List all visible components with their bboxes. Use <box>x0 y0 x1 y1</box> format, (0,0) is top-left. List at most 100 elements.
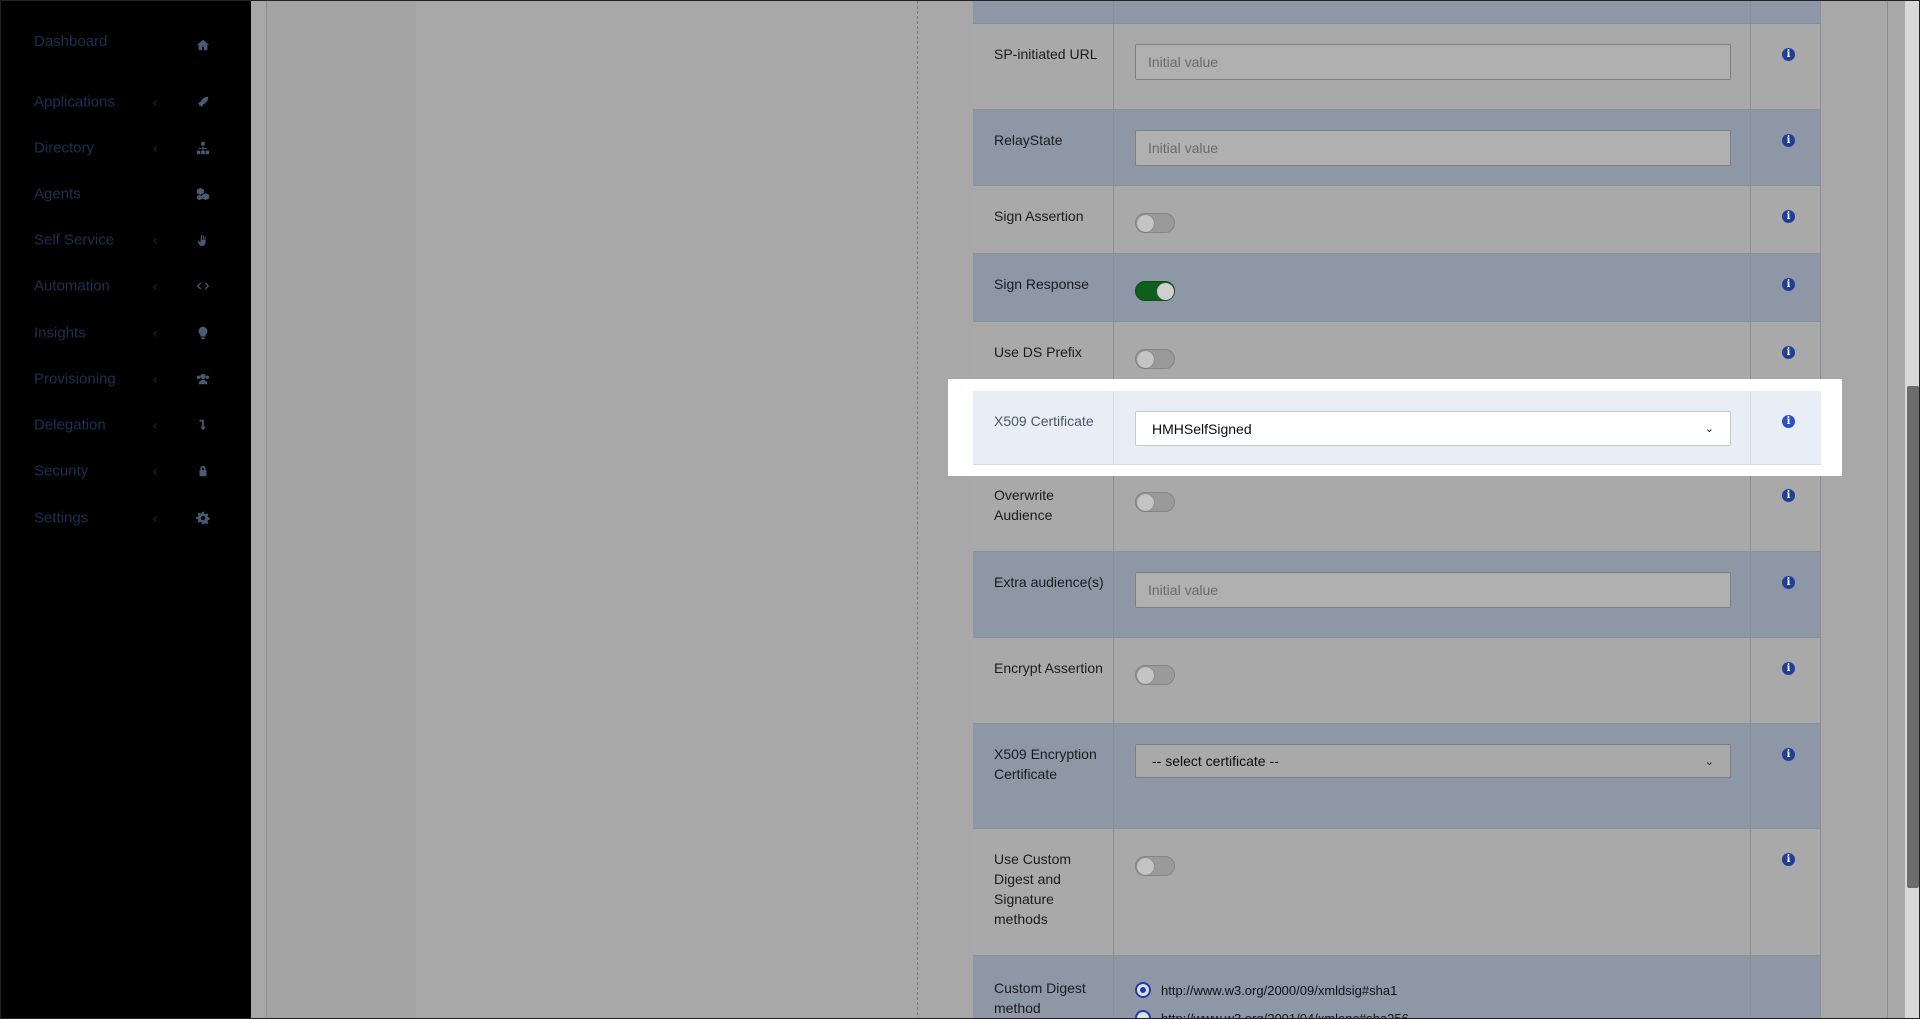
gear-icon <box>195 510 211 526</box>
table-row-sign-response: Sign Response i <box>973 254 1821 322</box>
field-label: Use DS Prefix <box>994 344 1082 360</box>
sp-initiated-url-input[interactable] <box>1135 44 1731 80</box>
chevron-down-icon: ⌄ <box>1704 423 1714 435</box>
sidebar-item-label: Directory <box>34 139 95 157</box>
sidebar-item-insights[interactable]: Insights ‹ <box>1 310 251 356</box>
rocket-icon <box>195 94 211 110</box>
info-icon[interactable]: i <box>1782 576 1795 589</box>
cubes-icon <box>195 186 211 202</box>
sidebar-item-agents[interactable]: Agents <box>1 171 251 217</box>
sidebar-item-settings[interactable]: Settings ‹ <box>1 495 251 541</box>
level-down-icon <box>195 417 211 433</box>
info-icon[interactable]: i <box>1782 346 1795 359</box>
info-icon[interactable]: i <box>1782 48 1795 61</box>
field-label: Sign Assertion <box>994 208 1084 224</box>
scrollbar-thumb[interactable] <box>1907 386 1919 888</box>
sidebar-item-self-service[interactable]: Self Service ‹ <box>1 217 251 263</box>
sidebar-item-security[interactable]: Security ‹ <box>1 448 251 494</box>
sign-assertion-toggle[interactable] <box>1135 213 1175 233</box>
info-icon[interactable]: i <box>1782 134 1795 147</box>
use-ds-prefix-toggle[interactable] <box>1135 349 1175 369</box>
chevron-left-icon: ‹ <box>153 325 158 341</box>
select-value: HMHSelfSigned <box>1152 420 1252 437</box>
saml-settings-table: SP-initiated URL i RelayState i Sign Ass… <box>973 1 1821 1019</box>
field-label: Use Custom Digest and Signature methods <box>994 851 1072 927</box>
sidebar-item-label: Delegation <box>34 416 106 434</box>
custom-digest-toggle[interactable] <box>1135 856 1175 876</box>
sidebar-item-label: Settings <box>34 509 89 527</box>
sitemap-icon <box>195 140 211 156</box>
relay-state-input[interactable] <box>1135 130 1731 166</box>
sidebar-item-label: Security <box>34 462 89 480</box>
field-label: Extra audience(s) <box>994 574 1104 590</box>
table-row-encrypt-assertion: Encrypt Assertion i <box>973 638 1821 724</box>
radio-button[interactable] <box>1135 1010 1151 1018</box>
field-label: Sign Response <box>994 276 1089 292</box>
info-icon[interactable]: i <box>1782 489 1795 502</box>
x509-encryption-certificate-select[interactable]: -- select certificate -- ⌄ <box>1135 744 1731 778</box>
digest-option-sha1[interactable]: http://www.w3.org/2000/09/xmldsig#sha1 <box>1135 982 1397 998</box>
code-icon <box>195 278 211 294</box>
info-icon[interactable]: i <box>1782 853 1795 866</box>
sidebar-item-label: Automation <box>34 277 110 295</box>
sidebar-item-label: Self Service <box>34 231 115 249</box>
home-icon <box>195 37 211 53</box>
sidebar-item-label: Insights <box>34 324 86 342</box>
chevron-left-icon: ‹ <box>153 510 158 526</box>
encrypt-assertion-toggle[interactable] <box>1135 665 1175 685</box>
sidebar-item-directory[interactable]: Directory ‹ <box>1 125 251 171</box>
extra-audiences-input[interactable] <box>1135 572 1731 608</box>
info-icon[interactable]: i <box>1782 748 1795 761</box>
lock-icon <box>195 463 211 479</box>
table-row <box>973 1 1821 24</box>
sidebar-item-dashboard[interactable]: Dashboard <box>1 22 251 68</box>
panel-divider <box>917 1 918 1018</box>
field-label: Encrypt Assertion <box>994 660 1103 676</box>
info-icon[interactable]: i <box>1782 210 1795 223</box>
sidebar-item-label: Provisioning <box>34 370 116 388</box>
chevron-left-icon: ‹ <box>153 417 158 433</box>
sign-response-toggle[interactable] <box>1135 281 1175 301</box>
table-row-sign-assertion: Sign Assertion i <box>973 186 1821 254</box>
sidebar-item-applications[interactable]: Applications ‹ <box>1 79 251 125</box>
left-panel <box>266 1 416 1018</box>
field-label: SP-initiated URL <box>994 46 1098 62</box>
digest-option-sha256[interactable]: http://www.w3.org/2001/04/xmlenc#sha256 <box>1135 1010 1409 1019</box>
radio-label: http://www.w3.org/2000/09/xmldsig#sha1 <box>1161 982 1398 998</box>
chevron-left-icon: ‹ <box>153 140 158 156</box>
table-row-relay-state: RelayState i <box>973 110 1821 186</box>
chevron-left-icon: ‹ <box>153 94 158 110</box>
info-icon[interactable]: i <box>1782 662 1795 675</box>
screen: Dashboard Applications ‹ Directory ‹ Age… <box>0 0 1920 1019</box>
chevron-left-icon: ‹ <box>153 278 158 294</box>
sidebar-item-delegation[interactable]: Delegation ‹ <box>1 402 251 448</box>
select-value: -- select certificate -- <box>1152 753 1279 769</box>
hand-icon <box>195 232 211 248</box>
chevron-left-icon: ‹ <box>153 371 158 387</box>
table-row-custom-digest-method: Custom Digest method http://www.w3.org/2… <box>973 956 1821 1019</box>
sidebar-item-label: Dashboard <box>34 33 108 51</box>
field-label: X509 Encryption Certificate <box>994 746 1097 782</box>
table-row-x509-encryption-certificate: X509 Encryption Certificate -- select ce… <box>973 724 1821 829</box>
info-icon[interactable]: i <box>1782 278 1795 291</box>
chevron-down-icon: ⌄ <box>1704 755 1714 768</box>
lightbulb-icon <box>195 325 211 341</box>
x509-certificate-select[interactable]: HMHSelfSigned ⌄ <box>1135 411 1731 446</box>
sidebar-item-label: Agents <box>34 185 81 203</box>
field-label: RelayState <box>994 132 1063 148</box>
radio-label: http://www.w3.org/2001/04/xmlenc#sha256 <box>1161 1010 1409 1019</box>
overwrite-audience-toggle[interactable] <box>1135 492 1175 512</box>
sidebar-item-label: Applications <box>34 93 115 111</box>
radio-button[interactable] <box>1135 982 1151 998</box>
sidebar-item-automation[interactable]: Automation ‹ <box>1 263 251 309</box>
users-icon <box>195 371 211 387</box>
info-icon[interactable]: i <box>1782 415 1795 428</box>
sidebar-item-provisioning[interactable]: Provisioning ‹ <box>1 356 251 402</box>
field-label: X509 Certificate <box>994 413 1094 429</box>
field-label: Custom Digest method <box>994 980 1086 1016</box>
chevron-left-icon: ‹ <box>153 463 158 479</box>
table-row-sp-initiated-url: SP-initiated URL i <box>973 24 1821 110</box>
content-edge <box>1887 1 1888 1018</box>
table-row-extra-audiences: Extra audience(s) i <box>973 552 1821 638</box>
table-row-x509-certificate: X509 Certificate HMHSelfSigned ⌄ i <box>973 391 1821 465</box>
